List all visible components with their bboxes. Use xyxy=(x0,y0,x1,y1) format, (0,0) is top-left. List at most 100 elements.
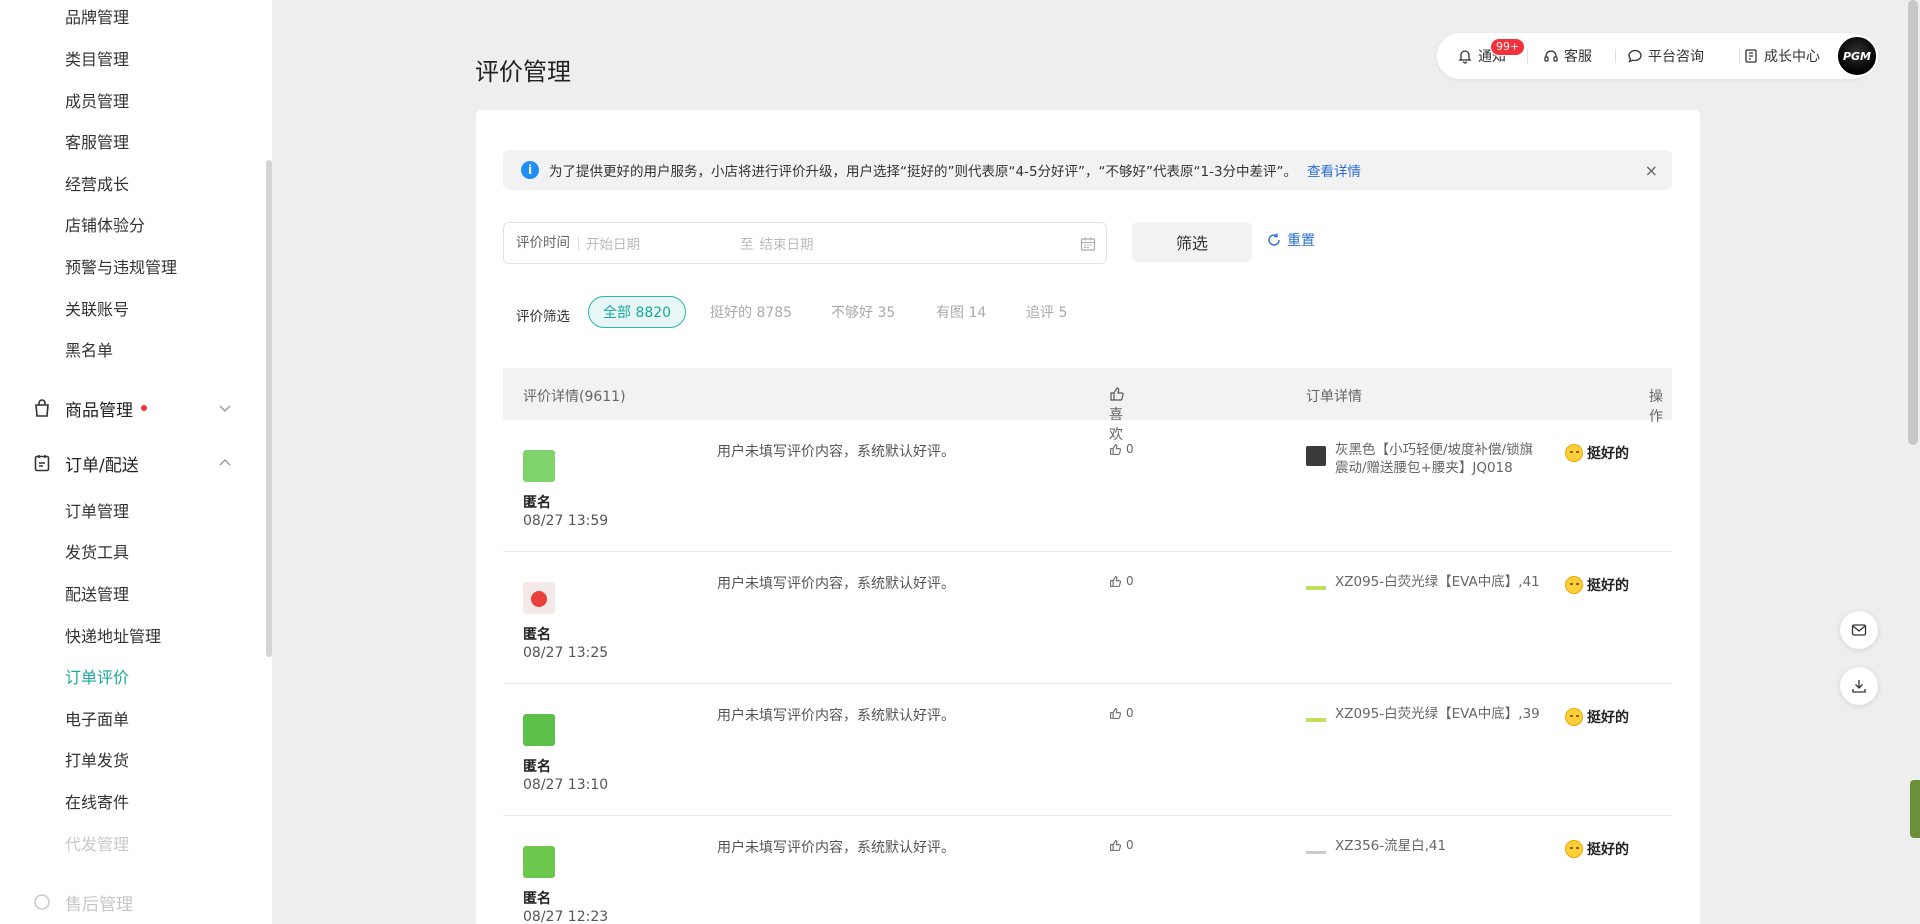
chip-followup[interactable]: 追评 5 xyxy=(1026,296,1067,328)
service-button[interactable]: 客服 xyxy=(1543,46,1592,66)
chip-filter-label: 评价筛选 xyxy=(516,309,570,325)
notification-badge: 99+ xyxy=(1490,38,1526,56)
review-time: 08/27 12:23 xyxy=(523,909,609,924)
sidebar: 品牌管理 类目管理 成员管理 客服管理 经营成长 店铺体验分 预警与违规管理 关… xyxy=(0,0,272,924)
thumbs-up-icon xyxy=(1110,575,1122,587)
sidebar-item-service[interactable]: 客服管理 xyxy=(65,133,129,153)
date-range-label: 评价时间 xyxy=(504,236,579,250)
sidebar-group-aftersale[interactable]: 售后管理 xyxy=(32,888,272,916)
divider xyxy=(1527,49,1528,63)
product-thumbnail[interactable] xyxy=(1306,578,1326,598)
thumbs-up-icon xyxy=(1110,707,1122,719)
like-count-value: 0 xyxy=(1126,838,1134,852)
sidebar-scrollbar[interactable] xyxy=(266,160,272,657)
filter-button[interactable]: 筛选 xyxy=(1132,222,1252,262)
like-count[interactable]: 0 xyxy=(1109,442,1134,456)
sidebar-group-orders[interactable]: 订单/配送 xyxy=(32,449,272,477)
like-count[interactable]: 0 xyxy=(1109,574,1134,588)
sidebar-item-dropship[interactable]: 代发管理 xyxy=(65,835,129,855)
reviewer-name: 匿名 xyxy=(523,627,551,643)
review-time: 08/27 13:59 xyxy=(523,513,609,529)
smile-emoji-icon xyxy=(1565,444,1583,462)
thumbs-up-icon xyxy=(1110,443,1122,455)
review-card: i 为了提供更好的用户服务，小店将进行评价升级，用户选择“挺好的”则代表原“4-… xyxy=(476,110,1700,924)
sidebar-item-experience[interactable]: 店铺体验分 xyxy=(65,216,145,236)
clipboard-icon xyxy=(32,453,52,473)
new-dot xyxy=(141,405,147,411)
start-date-input[interactable]: 开始日期 xyxy=(586,233,736,253)
reviewer-name: 匿名 xyxy=(523,891,551,907)
bell-icon xyxy=(1458,50,1472,64)
sidebar-item-online-send[interactable]: 在线寄件 xyxy=(65,793,129,813)
sidebar-item-waybill[interactable]: 电子面单 xyxy=(65,710,129,730)
rating-label: 挺好的 xyxy=(1565,839,1629,859)
page-scrollbar[interactable] xyxy=(1908,0,1918,445)
headset-icon xyxy=(32,892,52,912)
divider xyxy=(1739,49,1740,63)
like-count[interactable]: 0 xyxy=(1109,838,1134,852)
rating-text: 挺好的 xyxy=(1587,446,1629,462)
thumbs-up-icon xyxy=(1110,387,1124,401)
col-detail: 评价详情(9611) xyxy=(523,389,626,405)
sidebar-item-blacklist[interactable]: 黑名单 xyxy=(65,341,113,361)
growth-center-button[interactable]: 成长中心 xyxy=(1743,46,1820,66)
product-thumbnail[interactable] xyxy=(1306,710,1326,730)
user-avatar[interactable]: PGM xyxy=(1836,35,1878,77)
table-row: 匿名 08/27 12:23 用户未填写评价内容，系统默认好评。 0 XZ356… xyxy=(503,816,1672,924)
chip-with-image[interactable]: 有图 14 xyxy=(936,296,986,328)
notice-banner: i 为了提供更好的用户服务，小店将进行评价升级，用户选择“挺好的”则代表原“4-… xyxy=(503,150,1672,190)
date-range-picker[interactable]: 评价时间 开始日期 至 结束日期 xyxy=(503,222,1107,264)
product-thumbnail[interactable] xyxy=(1306,446,1326,466)
end-date-input[interactable]: 结束日期 xyxy=(760,233,814,253)
sidebar-item-growth[interactable]: 经营成长 xyxy=(65,175,129,195)
avatar xyxy=(523,450,555,482)
product-name[interactable]: XZ095-白荧光绿【EVA中底】,39 xyxy=(1335,705,1545,723)
product-name[interactable]: XZ095-白荧光绿【EVA中底】,41 xyxy=(1335,573,1545,591)
review-content: 用户未填写评价内容，系统默认好评。 xyxy=(717,576,955,592)
rating-text: 挺好的 xyxy=(1587,578,1629,594)
sidebar-group-goods[interactable]: 商品管理 xyxy=(32,394,272,422)
shopping-bag-icon xyxy=(32,398,52,418)
smile-emoji-icon xyxy=(1565,708,1583,726)
download-float-button[interactable] xyxy=(1840,667,1878,705)
message-float-button[interactable] xyxy=(1840,611,1878,649)
like-count[interactable]: 0 xyxy=(1109,706,1134,720)
sidebar-item-address[interactable]: 快递地址管理 xyxy=(65,627,161,647)
sidebar-group-label: 订单/配送 xyxy=(65,455,139,476)
notice-detail-link[interactable]: 查看详情 xyxy=(1307,160,1361,180)
sidebar-group-label: 商品管理 xyxy=(65,400,133,421)
sidebar-item-delivery[interactable]: 配送管理 xyxy=(65,585,129,605)
sidebar-item-print-ship[interactable]: 打单发货 xyxy=(65,751,129,771)
product-name[interactable]: XZ356-流星白,41 xyxy=(1335,837,1545,855)
rating-label: 挺好的 xyxy=(1565,443,1629,463)
sidebar-item-order-review[interactable]: 订单评价 xyxy=(65,668,129,688)
review-time: 08/27 13:25 xyxy=(523,645,609,661)
refresh-icon xyxy=(1268,233,1280,246)
review-content: 用户未填写评价内容，系统默认好评。 xyxy=(717,444,955,460)
reviewer-name: 匿名 xyxy=(523,759,551,775)
chip-bad[interactable]: 不够好 35 xyxy=(831,296,895,328)
table-row: 匿名 08/27 13:10 用户未填写评价内容，系统默认好评。 0 XZ095… xyxy=(503,684,1672,816)
sidebar-item-warning[interactable]: 预警与违规管理 xyxy=(65,258,177,278)
sidebar-item-ship-tools[interactable]: 发货工具 xyxy=(65,543,129,563)
product-name[interactable]: 灰黑色【小巧轻便/坡度补偿/锁旗震动/赠送腰包+腰夹】JQ018 xyxy=(1335,441,1545,477)
sidebar-item-order-manage[interactable]: 订单管理 xyxy=(65,502,129,522)
sidebar-item-category[interactable]: 类目管理 xyxy=(65,50,129,70)
rating-label: 挺好的 xyxy=(1565,575,1629,595)
sidebar-item-linked[interactable]: 关联账号 xyxy=(65,300,129,320)
table-row: 匿名 08/27 13:25 用户未填写评价内容，系统默认好评。 0 XZ095… xyxy=(503,552,1672,684)
chip-all[interactable]: 全部 8820 xyxy=(588,296,687,328)
side-widget-tab[interactable] xyxy=(1910,780,1920,838)
reset-button[interactable]: 重置 xyxy=(1266,230,1315,250)
notice-text: 为了提供更好的用户服务，小店将进行评价升级，用户选择“挺好的”则代表原“4-5分… xyxy=(549,164,1298,180)
product-thumbnail[interactable] xyxy=(1306,842,1326,862)
chip-good[interactable]: 挺好的 8785 xyxy=(710,296,792,328)
col-order: 订单详情 xyxy=(1306,389,1362,405)
close-icon[interactable]: × xyxy=(1645,161,1658,180)
rating-text: 挺好的 xyxy=(1587,710,1629,726)
service-label: 客服 xyxy=(1564,49,1592,65)
sidebar-item-members[interactable]: 成员管理 xyxy=(65,92,129,112)
table-header: 评价详情(9611) 喜欢 订单详情 操作 xyxy=(503,368,1672,443)
consult-button[interactable]: 平台咨询 xyxy=(1627,46,1704,66)
sidebar-item-brand[interactable]: 品牌管理 xyxy=(65,8,129,28)
